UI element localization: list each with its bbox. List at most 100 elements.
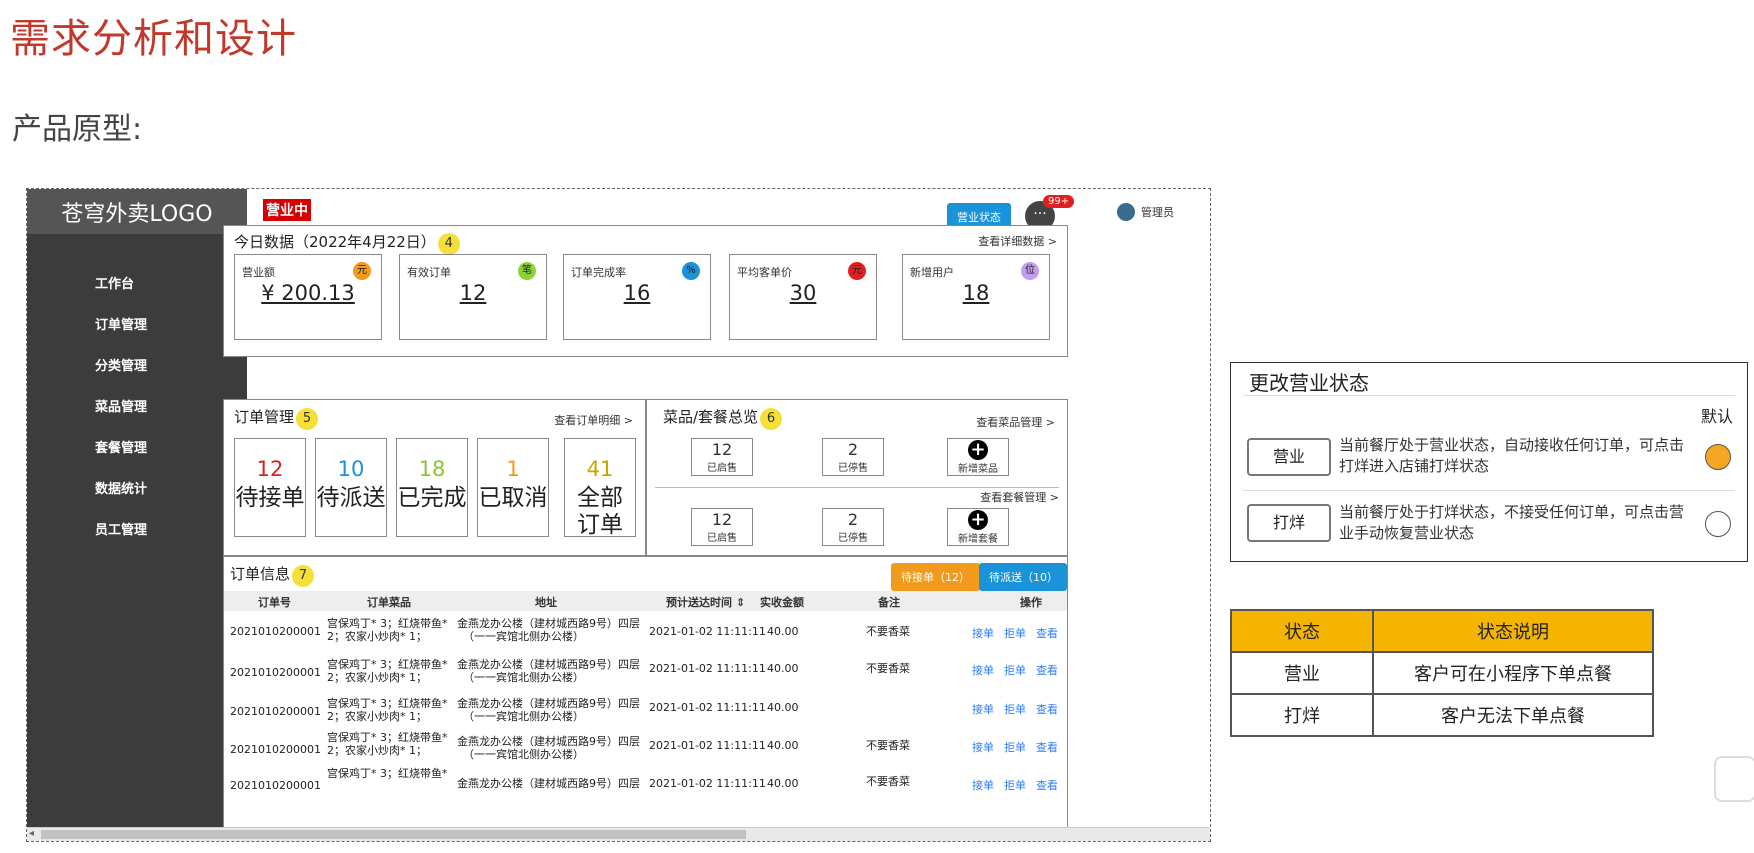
view-dish-management-link[interactable]: 查看菜品管理 > [976, 414, 1055, 430]
view-order-link[interactable]: 查看 [1036, 701, 1058, 717]
reject-order-link[interactable]: 拒单 [1004, 625, 1026, 641]
view-setmeal-management-text: 查看套餐管理 [980, 491, 1047, 504]
order-info-title-text: 订单信息 [230, 565, 291, 583]
order-count-icon: 笔 [518, 262, 536, 280]
status-description-cell: 客户可在小程序下单点餐 [1372, 651, 1654, 695]
order-box-pending[interactable]: 12 待接单 [234, 438, 306, 537]
order-dishes: 宫保鸡丁* 3；红烧带鱼* 2；农家小炒肉* 1； [327, 697, 448, 723]
table-header: 订单号 订单菜品 地址 预计送达时间 ⇕ 实收金额 备注 操作 [224, 591, 1067, 611]
sidebar-item-employees[interactable]: 员工管理 [27, 510, 247, 551]
setmeal-on-sale[interactable]: 12 已启售 [691, 508, 753, 546]
delivery-time: 2021-01-02 11:11:11 [649, 739, 766, 752]
sidebar-item-workbench[interactable]: 工作台 [27, 264, 247, 305]
view-order-link[interactable]: 查看 [1036, 662, 1058, 678]
column-header[interactable]: 预计送达时间 ⇕ [666, 594, 745, 610]
view-order-detail-link[interactable]: 查看订单明细 > [554, 412, 633, 428]
amount: 40.00 [767, 625, 799, 638]
order-status-label: 待派送 [316, 485, 386, 511]
reject-order-link[interactable]: 拒单 [1004, 777, 1026, 791]
view-detail-data-link[interactable]: 查看详细数据 > [978, 233, 1057, 249]
view-order-link[interactable]: 查看 [1036, 739, 1058, 755]
order-address-line: （一一宾馆北侧办公楼） [463, 710, 584, 723]
kpi-label: 新增用户 [910, 266, 954, 279]
close-status-button[interactable]: 打烊 [1247, 504, 1331, 542]
dish-on-sale[interactable]: 12 已启售 [691, 438, 753, 476]
table-row: 2021010200001 宫保鸡丁* 3；红烧带鱼* 金燕龙办公楼（建材城西路… [224, 767, 1067, 791]
accept-order-link[interactable]: 接单 [972, 662, 994, 678]
add-dish-button[interactable]: + 新增菜品 [947, 438, 1009, 476]
reject-order-link[interactable]: 拒单 [1004, 662, 1026, 678]
sidebar-item-setmeals[interactable]: 套餐管理 [27, 428, 247, 469]
delivery-orders-button[interactable]: 待派送（10） [979, 563, 1067, 591]
order-box-completed[interactable]: 18 已完成 [396, 438, 468, 537]
order-address-line: 金燕龙办公楼（建材城西路9号）四层 [457, 617, 640, 630]
plus-icon: + [968, 510, 988, 530]
add-setmeal-button[interactable]: + 新增套餐 [947, 508, 1009, 546]
pending-orders-button[interactable]: 待接单（12） [891, 563, 980, 591]
default-label: 默认 [1700, 407, 1733, 426]
close-status-radio[interactable] [1705, 511, 1731, 537]
view-order-detail-text: 查看订单明细 [554, 414, 621, 427]
order-address: 金燕龙办公楼（建材城西路9号）四层 （一一宾馆北侧办公楼） [457, 697, 640, 723]
sidebar-item-dishes[interactable]: 菜品管理 [27, 387, 247, 428]
accept-order-link[interactable]: 接单 [972, 739, 994, 755]
order-dishes: 宫保鸡丁* 3；红烧带鱼* 2；农家小炒肉* 1； [327, 658, 448, 684]
accept-order-link[interactable]: 接单 [972, 625, 994, 641]
setmeal-count: 12 [711, 510, 733, 529]
accept-order-link[interactable]: 接单 [972, 701, 994, 717]
dish-status-label: 已启售 [707, 463, 737, 474]
avatar[interactable] [1117, 203, 1135, 221]
open-status-radio[interactable] [1705, 444, 1731, 470]
table-row: 2021010200001 宫保鸡丁* 3；红烧带鱼* 2；农家小炒肉* 1； 金… [224, 617, 1067, 654]
order-dishes-line: 2；农家小炒肉* 1； [327, 671, 427, 684]
kpi-value: 18 [962, 281, 990, 305]
accept-order-link[interactable]: 接单 [972, 777, 994, 791]
status-cell: 营业 [1230, 651, 1374, 695]
user-name[interactable]: 管理员 [1141, 204, 1174, 220]
order-count: 10 [337, 457, 365, 481]
chevron-right-icon: > [1045, 416, 1055, 429]
column-header: 备注 [878, 596, 900, 609]
setmeal-off-sale[interactable]: 2 已停售 [822, 508, 884, 546]
reject-order-link[interactable]: 拒单 [1004, 701, 1026, 717]
order-address-line: 金燕龙办公楼（建材城西路9号）四层 [457, 697, 640, 710]
open-status-button[interactable]: 营业 [1247, 438, 1331, 476]
slide-title: 需求分析和设计 [10, 16, 297, 62]
kpi-card-valid-orders: 有效订单 笔 12 [399, 254, 547, 340]
view-setmeal-management-link[interactable]: 查看套餐管理 > [980, 489, 1059, 505]
amount: 40.00 [767, 777, 799, 790]
setmeal-count: 2 [847, 510, 859, 529]
chevron-right-icon: > [1049, 491, 1059, 504]
sidebar-item-statistics[interactable]: 数据统计 [27, 469, 247, 510]
table-row: 打烊 客户无法下单点餐 [1230, 693, 1654, 737]
dish-off-sale[interactable]: 2 已停售 [822, 438, 884, 476]
order-management-title-text: 订单管理 [234, 408, 295, 426]
view-detail-data-text: 查看详细数据 [978, 235, 1045, 248]
view-order-link[interactable]: 查看 [1036, 777, 1058, 791]
kpi-value: 12 [459, 281, 487, 305]
horizontal-scrollbar[interactable]: ◂ [27, 827, 1210, 841]
annotation-badge: 4 [437, 233, 460, 255]
order-dishes: 宫保鸡丁* 3；红烧带鱼* [327, 767, 448, 780]
prototype-frame: 苍穹外卖LOGO 工作台 订单管理 分类管理 菜品管理 套餐管理 数据统计 员工… [26, 188, 1211, 842]
business-status-tag: 营业中 [263, 199, 311, 221]
reject-order-link[interactable]: 拒单 [1004, 739, 1026, 755]
order-box-delivering[interactable]: 10 待派送 [315, 438, 387, 537]
setmeal-status-label: 已停售 [838, 533, 868, 544]
scrollbar-thumb[interactable] [41, 830, 746, 839]
order-count: 12 [256, 457, 284, 481]
sidebar-item-categories[interactable]: 分类管理 [27, 346, 247, 387]
sidebar: 苍穹外卖LOGO 工作台 订单管理 分类管理 菜品管理 套餐管理 数据统计 员工… [27, 189, 247, 841]
order-box-cancelled[interactable]: 1 已取消 [477, 438, 549, 537]
video-play-button[interactable] [1714, 756, 1754, 802]
scroll-left-icon[interactable]: ◂ [29, 828, 34, 839]
sidebar-item-orders[interactable]: 订单管理 [27, 305, 247, 346]
order-box-all[interactable]: 41 全部订单 [564, 438, 636, 538]
order-address-line: 金燕龙办公楼（建材城西路9号）四层 [457, 658, 640, 671]
view-order-link[interactable]: 查看 [1036, 625, 1058, 641]
kpi-card-completion-rate: 订单完成率 % 16 [563, 254, 711, 340]
slide-subtitle: 产品原型: [12, 112, 143, 147]
annotation-badge: 6 [760, 408, 783, 430]
order-dishes-line: 宫保鸡丁* 3；红烧带鱼* [327, 658, 448, 671]
annotation-badge: 7 [292, 565, 315, 587]
